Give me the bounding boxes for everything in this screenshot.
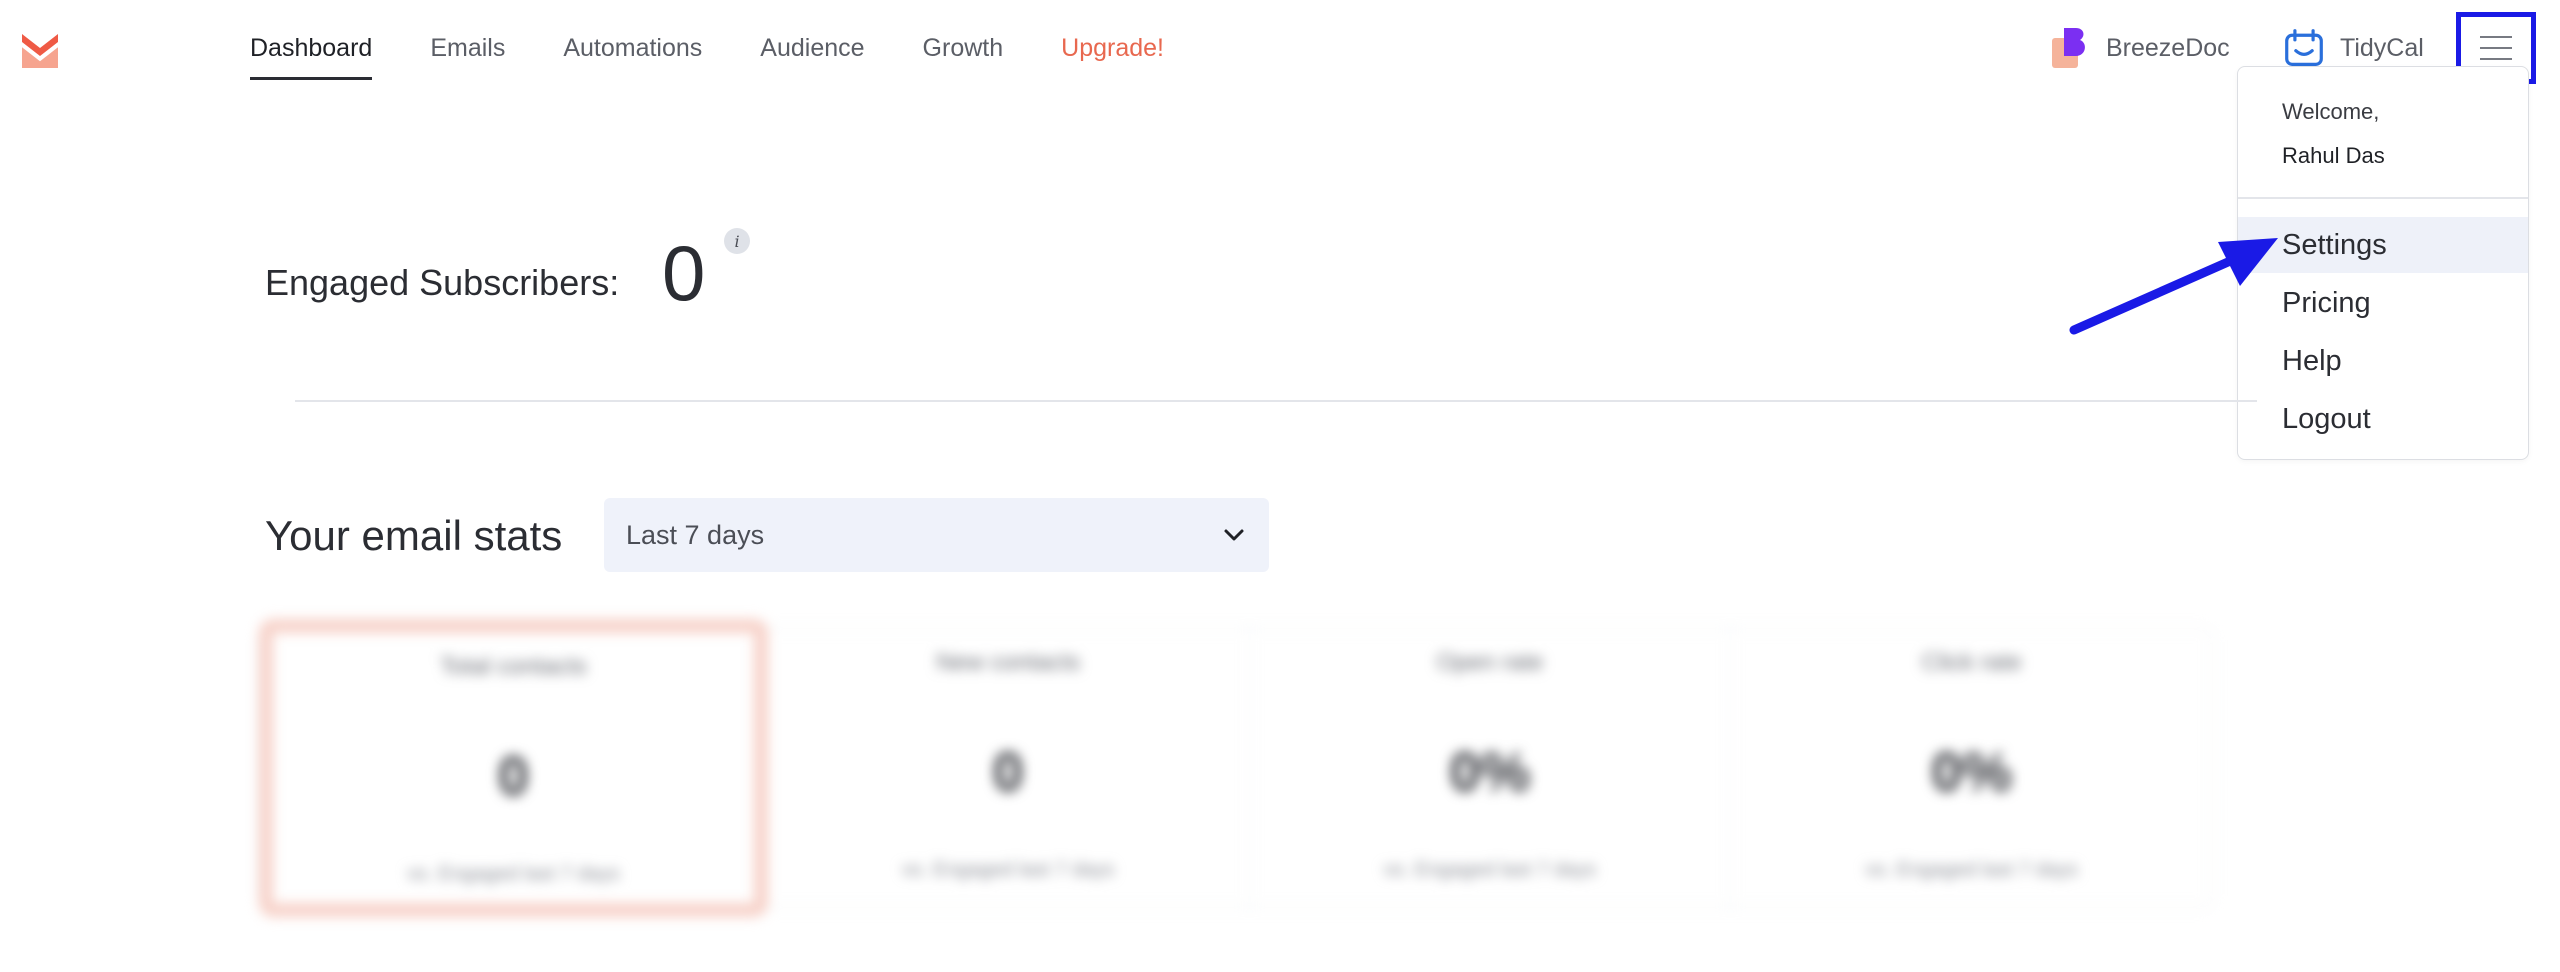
info-icon[interactable]: i [724, 228, 750, 254]
menu-icon-line [2480, 47, 2512, 49]
stat-card-subtext: vs. Engaged last 7 days [1865, 859, 2078, 881]
engaged-subscribers-label: Engaged Subscribers: [265, 262, 620, 303]
menu-item-logout[interactable]: Logout [2238, 391, 2528, 447]
tidycal-link[interactable]: TidyCal [2284, 26, 2424, 70]
stat-card-value: 0 [992, 740, 1024, 803]
calendar-icon [2285, 29, 2323, 66]
user-dropdown-menu: Welcome, Rahul Das Settings Pricing Help… [2237, 66, 2529, 460]
menu-welcome-text: Welcome, [2282, 99, 2380, 124]
stat-card[interactable]: Total contacts 0 vs. Engaged last 7 days [259, 619, 768, 917]
menu-icon-line [2480, 58, 2512, 60]
stat-card-title: Click rate [1921, 649, 2022, 676]
chevron-down-icon [1224, 529, 1244, 541]
menu-icon-line [2480, 36, 2512, 38]
menu-item-settings[interactable]: Settings [2238, 217, 2528, 273]
menu-item-pricing[interactable]: Pricing [2238, 275, 2528, 331]
app-logo[interactable] [20, 30, 60, 72]
nav-automations[interactable]: Automations [563, 34, 702, 80]
stat-card-value: 0 [497, 744, 529, 807]
stat-card-title: Open rate [1436, 649, 1544, 676]
stat-card-title: Total contacts [440, 653, 587, 680]
menu-user-name: Rahul Das [2282, 143, 2385, 168]
stat-card-subtext: vs. Engaged last 7 days [1383, 859, 1597, 881]
nav-growth[interactable]: Growth [923, 34, 1004, 80]
breezedoc-label: BreezeDoc [2106, 33, 2230, 62]
stat-card-value: 0% [1449, 740, 1531, 803]
stat-card-subtext: vs. Engaged last 7 days [901, 859, 1115, 881]
stat-card-value: 0% [1931, 740, 2013, 803]
stat-card[interactable]: Open rate 0% vs. Engaged last 7 days [1250, 629, 1732, 907]
email-stats-title: Your email stats [265, 512, 563, 559]
date-range-value: Last 7 days [626, 519, 765, 550]
tidycal-label: TidyCal [2340, 33, 2424, 62]
stat-card-subtext: vs. Engaged last 7 days [407, 863, 620, 885]
stat-card[interactable]: Click rate 0% vs. Engaged last 7 days [1731, 629, 2212, 907]
nav-emails[interactable]: Emails [430, 34, 505, 80]
breezedoc-icon [2052, 28, 2085, 68]
stat-card-title: New contacts [936, 649, 1081, 676]
date-range-select[interactable]: Last 7 days [604, 498, 1269, 572]
nav-dashboard[interactable]: Dashboard [250, 34, 373, 80]
nav-audience[interactable]: Audience [760, 34, 864, 80]
main-nav: Dashboard Emails Automations Audience Gr… [250, 34, 1164, 80]
stats-cards: Total contacts 0 vs. Engaged last 7 days… [258, 619, 2213, 917]
section-divider [295, 400, 2257, 402]
nav-upgrade[interactable]: Upgrade! [1061, 34, 1164, 80]
breezedoc-link[interactable]: BreezeDoc [2050, 26, 2230, 70]
engaged-subscribers-value: 0 [662, 229, 706, 317]
menu-divider [2238, 197, 2528, 199]
stat-card[interactable]: New contacts 0 vs. Engaged last 7 days [768, 629, 1250, 907]
menu-item-help[interactable]: Help [2238, 333, 2528, 389]
